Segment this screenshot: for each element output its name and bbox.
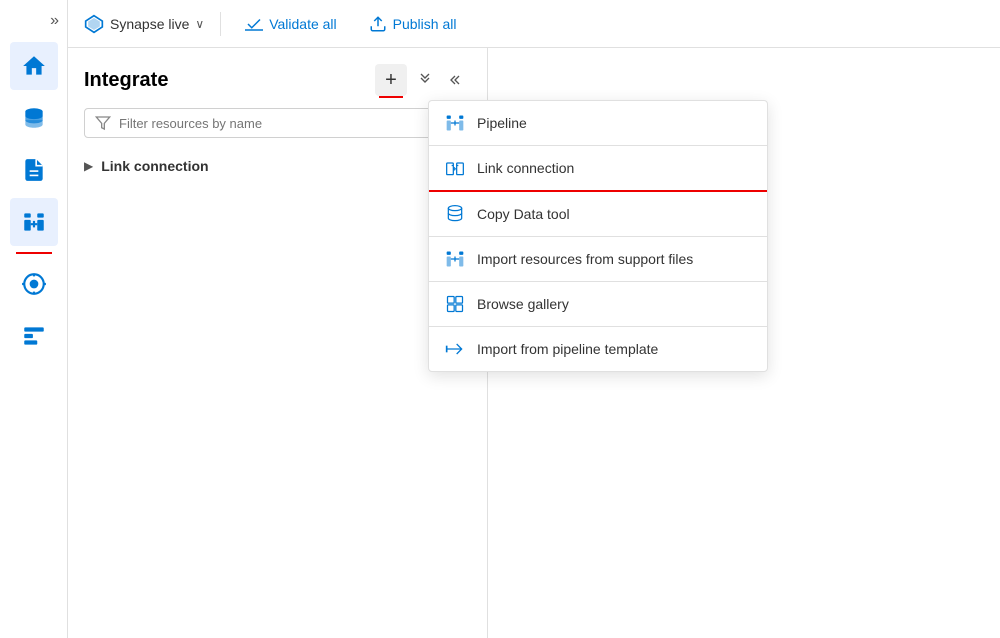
browse-gallery-icon bbox=[445, 294, 465, 314]
tree-item-label: Link connection bbox=[101, 158, 208, 174]
filter-icon-btn[interactable] bbox=[411, 66, 439, 94]
sidebar-item-manage[interactable] bbox=[10, 312, 58, 360]
content-area: Integrate + bbox=[68, 48, 1000, 638]
data-icon bbox=[21, 105, 47, 131]
workspace-chevron-icon: ∨ bbox=[195, 17, 204, 31]
link-connection-label: Link connection bbox=[477, 160, 574, 176]
workspace-name: Synapse live bbox=[110, 16, 189, 32]
sidebar-item-home[interactable] bbox=[10, 42, 58, 90]
filter-input[interactable] bbox=[119, 116, 460, 131]
import-resources-icon bbox=[445, 249, 465, 269]
browse-gallery-label: Browse gallery bbox=[477, 296, 569, 312]
pipeline-icon bbox=[445, 113, 465, 133]
validate-all-btn[interactable]: Validate all bbox=[237, 11, 344, 37]
double-chevron-left-icon bbox=[449, 72, 465, 88]
develop-icon bbox=[21, 157, 47, 183]
pipeline-label: Pipeline bbox=[477, 115, 527, 131]
integrate-icon bbox=[21, 209, 47, 235]
synapse-icon bbox=[84, 14, 104, 34]
workspace-selector[interactable]: Synapse live ∨ bbox=[84, 14, 204, 34]
main-area: Synapse live ∨ Validate all Publish all bbox=[68, 0, 1000, 638]
expand-icon: » bbox=[50, 12, 59, 30]
import-pipeline-icon bbox=[445, 339, 465, 359]
sidebar-item-data[interactable] bbox=[10, 94, 58, 142]
import-resources-label: Import resources from support files bbox=[477, 251, 693, 267]
integrate-title: Integrate bbox=[84, 69, 367, 92]
validate-label: Validate all bbox=[269, 16, 336, 32]
dropdown-item-import-pipeline[interactable]: Import from pipeline template bbox=[429, 327, 767, 371]
filter-box[interactable] bbox=[84, 108, 471, 138]
manage-icon bbox=[21, 323, 47, 349]
import-pipeline-label: Import from pipeline template bbox=[477, 341, 658, 357]
dropdown-item-copy-data[interactable]: Copy Data tool bbox=[429, 192, 767, 236]
validate-icon bbox=[245, 15, 263, 33]
dropdown-menu: Pipeline Link connection bbox=[428, 100, 768, 372]
sidebar-divider bbox=[16, 252, 52, 254]
sidebar-item-integrate[interactable] bbox=[10, 198, 58, 246]
publish-label: Publish all bbox=[393, 16, 457, 32]
chevron-down-icon bbox=[417, 72, 433, 88]
sidebar-expand-btn[interactable]: » bbox=[0, 8, 67, 38]
link-connection-icon bbox=[445, 158, 465, 178]
sidebar-item-monitor[interactable] bbox=[10, 260, 58, 308]
dropdown-item-browse-gallery[interactable]: Browse gallery bbox=[429, 282, 767, 326]
monitor-icon bbox=[21, 271, 47, 297]
topbar-divider bbox=[220, 12, 221, 36]
home-icon bbox=[21, 53, 47, 79]
integrate-panel: Integrate + bbox=[68, 48, 488, 638]
publish-all-btn[interactable]: Publish all bbox=[361, 11, 465, 37]
add-resource-btn[interactable]: + bbox=[375, 64, 407, 96]
dropdown-item-import-resources[interactable]: Import resources from support files bbox=[429, 237, 767, 281]
sidebar-item-develop[interactable] bbox=[10, 146, 58, 194]
tree-item-link-connection[interactable]: ▶ Link connection bbox=[68, 150, 487, 182]
integrate-header: Integrate + bbox=[68, 48, 487, 108]
publish-icon bbox=[369, 15, 387, 33]
copy-data-label: Copy Data tool bbox=[477, 206, 570, 222]
collapse-icon-btn[interactable] bbox=[443, 66, 471, 94]
tree-chevron-icon: ▶ bbox=[84, 159, 93, 173]
sidebar: » bbox=[0, 0, 68, 638]
integrate-actions: + bbox=[375, 64, 471, 96]
copy-data-icon bbox=[445, 204, 465, 224]
dropdown-item-pipeline[interactable]: Pipeline bbox=[429, 101, 767, 145]
filter-icon bbox=[95, 115, 111, 131]
topbar: Synapse live ∨ Validate all Publish all bbox=[68, 0, 1000, 48]
dropdown-item-link-connection[interactable]: Link connection bbox=[429, 146, 767, 190]
